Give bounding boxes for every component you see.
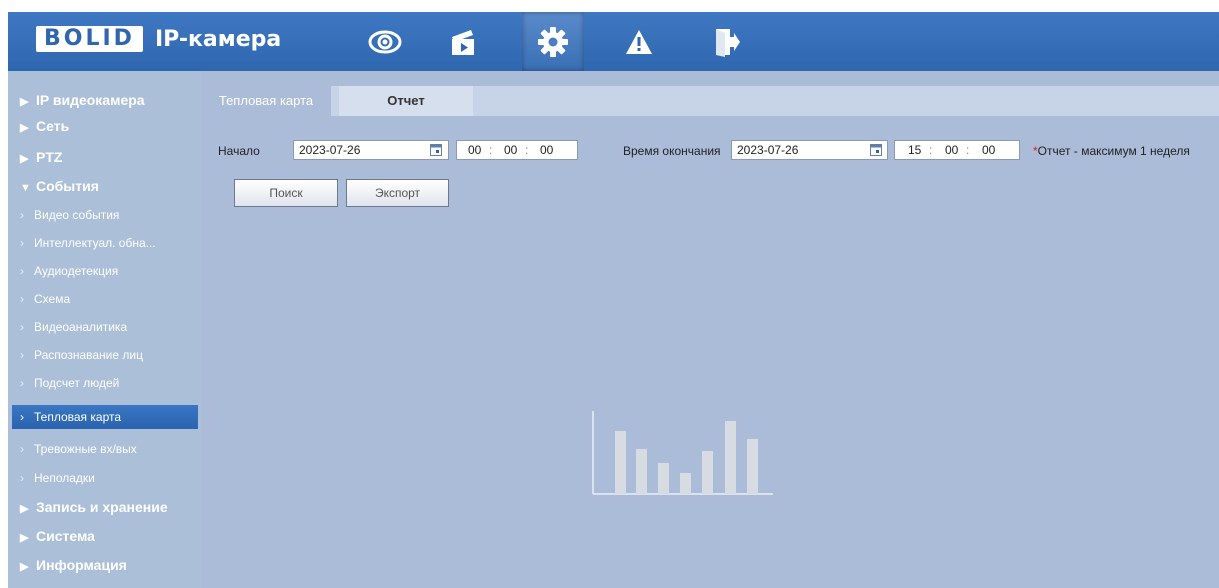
start-label: Начало: [218, 144, 260, 158]
chevron-right-icon: ›: [20, 236, 24, 250]
warning-icon: [626, 29, 652, 54]
nav-settings-button[interactable]: [522, 12, 584, 71]
main-content: Тепловая карта Отчет Начало 2023-07-26 0…: [201, 71, 1219, 588]
gear-icon: [538, 26, 568, 57]
nav-playback-button[interactable]: [432, 12, 494, 71]
sidebar-item-heatmap[interactable]: › Тепловая карта: [12, 405, 198, 429]
sidebar-item-network[interactable]: ▶ Сеть: [8, 115, 201, 137]
calendar-icon[interactable]: [870, 144, 882, 156]
expand-arrow-icon: ▶: [20, 153, 29, 165]
product-title: IP-камера: [154, 26, 282, 52]
sidebar-item-smart-detection[interactable]: › Интеллектуал. обна...: [8, 230, 201, 257]
tab-heatmap[interactable]: Тепловая карта: [201, 86, 331, 116]
end-date-input[interactable]: 2023-07-26: [731, 140, 888, 160]
nav-logout-button[interactable]: [695, 12, 757, 71]
chevron-right-icon: ›: [20, 410, 24, 424]
sidebar-item-faults[interactable]: › Неполадки: [8, 465, 201, 492]
sidebar-item-events[interactable]: ▼ События: [8, 173, 201, 200]
expand-arrow-icon: ▶: [20, 503, 29, 515]
tab-report[interactable]: Отчет: [339, 86, 473, 116]
eye-icon: [368, 30, 402, 53]
empty-report-placeholder-icon: [592, 411, 773, 495]
chevron-right-icon: ›: [20, 376, 24, 390]
end-label: Время окончания: [623, 144, 721, 158]
chevron-right-icon: ›: [20, 292, 24, 306]
expand-arrow-icon: ▶: [20, 532, 29, 544]
sidebar-item-ptz[interactable]: ▶ PTZ: [8, 144, 201, 171]
sidebar-item-face-recognition[interactable]: › Распознавание лиц: [8, 342, 201, 369]
end-time-input[interactable]: 15 : 00 : 00: [894, 140, 1020, 160]
expand-arrow-icon: ▶: [20, 561, 29, 573]
report-limit-note: *Отчет - максимум 1 неделя: [1033, 144, 1190, 158]
calendar-icon[interactable]: [430, 144, 442, 156]
logout-icon: [716, 28, 740, 57]
clapperboard-icon: [452, 29, 474, 55]
nav-live-button[interactable]: [354, 12, 416, 71]
search-button[interactable]: Поиск: [234, 179, 338, 207]
start-date-input[interactable]: 2023-07-26: [293, 140, 449, 160]
chevron-right-icon: ›: [20, 348, 24, 362]
sidebar-item-video-analytics[interactable]: › Видеоаналитика: [8, 314, 201, 341]
export-button[interactable]: Экспорт: [346, 179, 449, 207]
chevron-right-icon: ›: [20, 264, 24, 278]
sidebar-item-alarm-io[interactable]: › Тревожные вх/вых: [8, 436, 201, 463]
sidebar-item-video-events[interactable]: › Видео события: [8, 202, 201, 229]
chevron-right-icon: ›: [20, 208, 24, 222]
chevron-right-icon: ›: [20, 442, 24, 456]
sidebar-item-recording-storage[interactable]: ▶ Запись и хранение: [8, 494, 201, 521]
sidebar-item-audio-detection[interactable]: › Аудиодетекция: [8, 258, 201, 285]
chevron-right-icon: ›: [20, 471, 24, 485]
sidebar-item-scheme[interactable]: › Схема: [8, 286, 201, 313]
tab-bar: Тепловая карта Отчет: [201, 86, 1219, 116]
nav-alarm-button[interactable]: [608, 12, 670, 71]
sidebar: ▶ IP видеокамера ▶ Сеть ▶ PTZ ▼ События › Вид…: [8, 71, 201, 588]
expand-arrow-icon: ▶: [20, 122, 29, 134]
brand-logo: BOLID: [36, 26, 143, 52]
chevron-right-icon: ›: [20, 320, 24, 334]
collapse-arrow-icon: ▼: [20, 182, 31, 194]
expand-arrow-icon: ▶: [20, 96, 29, 108]
sidebar-item-information[interactable]: ▶ Информация: [8, 552, 201, 579]
logo: BOLID IP-камера: [36, 25, 281, 53]
sidebar-item-ip-camera[interactable]: ▶ IP видеокамера: [8, 87, 201, 114]
sidebar-item-system[interactable]: ▶ Система: [8, 523, 201, 550]
start-time-input[interactable]: 00 : 00 : 00: [456, 140, 578, 160]
sidebar-item-people-counting[interactable]: › Подсчет людей: [8, 370, 201, 397]
top-bar: BOLID IP-камера: [8, 12, 1219, 71]
